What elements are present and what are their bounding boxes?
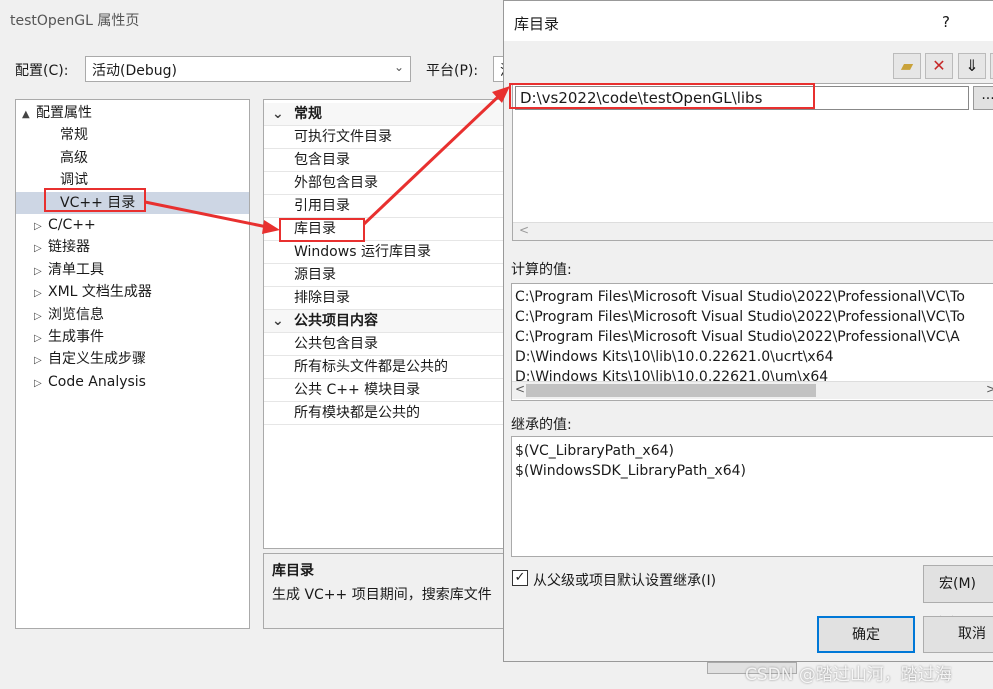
arrow-line-1 bbox=[144, 200, 273, 230]
arrow-line-2 bbox=[362, 93, 502, 226]
watermark: CSDN @踏过山河，踏过海 bbox=[745, 665, 952, 685]
arrowhead-1 bbox=[262, 220, 280, 234]
highlight-box-vc-dirs bbox=[44, 188, 146, 212]
highlight-box-entry bbox=[509, 83, 815, 109]
highlight-box-lib-dirs bbox=[279, 218, 365, 242]
annotation-overlay bbox=[44, 83, 815, 242]
